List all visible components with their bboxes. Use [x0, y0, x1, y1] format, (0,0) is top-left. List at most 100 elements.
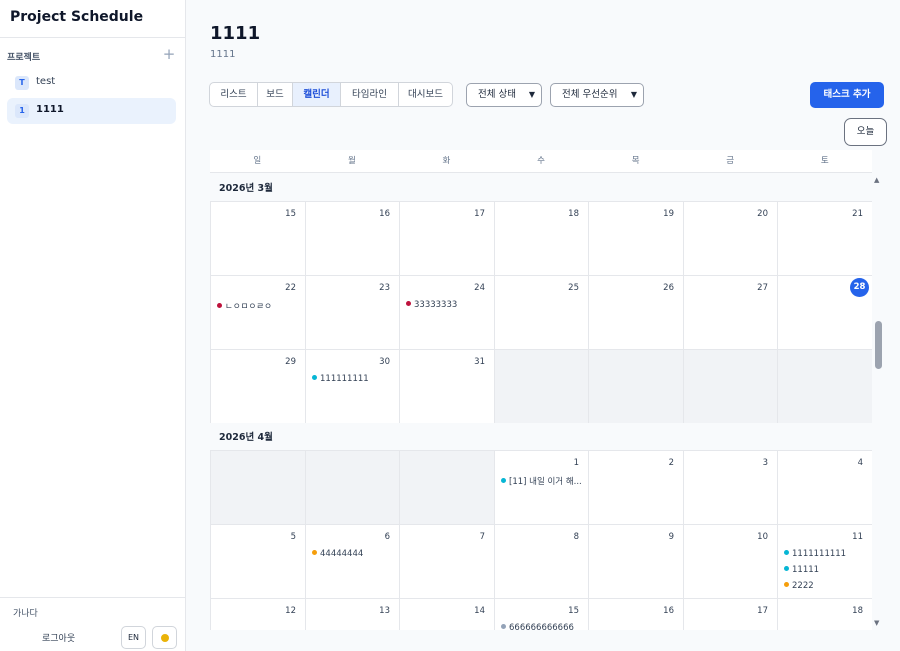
calendar-event[interactable]: 1111111111 [784, 549, 869, 559]
day-cell[interactable]: 17 [400, 202, 495, 276]
day-cell[interactable]: 27 [684, 276, 778, 350]
day-number: 18 [852, 606, 863, 616]
day-cell[interactable]: 20 [684, 202, 778, 276]
day-cell[interactable]: 3 [684, 451, 778, 525]
event-dot-icon [784, 582, 789, 587]
add-project-icon[interactable]: + [162, 46, 176, 62]
day-cell[interactable]: 19 [589, 202, 684, 276]
day-cell[interactable]: 8 [495, 525, 589, 599]
month-label: 2026년 3월 [219, 183, 273, 194]
calendar-event[interactable]: 666666666666 [501, 623, 586, 630]
calendar-event[interactable]: 33333333 [406, 300, 491, 310]
month-header: 2026년 3월 [210, 174, 872, 201]
weekday-thu: 목 [631, 156, 640, 166]
event-dot-icon [501, 478, 506, 483]
tab-calendar[interactable]: 캘린더 [293, 83, 341, 106]
empty-day-cell [589, 350, 684, 424]
day-cell[interactable]: 31 [400, 350, 495, 424]
tab-timeline[interactable]: 타임라인 [341, 83, 399, 106]
sun-icon [161, 634, 169, 642]
day-cell[interactable]: 17 [684, 599, 778, 630]
day-number: 27 [757, 283, 768, 293]
empty-day-cell [778, 350, 872, 424]
week-row: 12 13 14 15 666666666666 16 17 18 [210, 598, 872, 630]
day-cell[interactable]: 18 [778, 599, 872, 630]
day-cell[interactable]: 29 [211, 350, 306, 424]
day-cell[interactable]: 16 [306, 202, 400, 276]
event-dot-icon [784, 566, 789, 571]
day-cell[interactable]: 9 [589, 525, 684, 599]
day-cell[interactable]: 30 111111111 [306, 350, 400, 424]
day-number: 3 [762, 458, 768, 468]
day-cell[interactable]: 4 [778, 451, 872, 525]
status-filter-value: 전체 상태 [478, 89, 516, 100]
day-cell[interactable]: 13 [306, 599, 400, 630]
month-header: 2026년 4월 [210, 423, 872, 450]
priority-filter-select[interactable]: 전체 우선순위 ▼ [550, 83, 644, 107]
calendar-event[interactable]: 111111111 [312, 374, 397, 384]
day-number: 5 [290, 532, 296, 542]
status-filter-select[interactable]: 전체 상태 ▼ [466, 83, 542, 107]
event-title: 666666666666 [509, 623, 574, 630]
day-cell[interactable]: 5 [211, 525, 306, 599]
day-cell[interactable]: 12 [211, 599, 306, 630]
calendar-event[interactable]: 2222 [784, 581, 869, 591]
day-number: 19 [663, 209, 674, 219]
day-number: 29 [285, 357, 296, 367]
day-cell[interactable]: 6 44444444 [306, 525, 400, 599]
weekday-header: 일 월 화 수 목 금 토 [210, 150, 872, 173]
weekday-tue: 화 [442, 156, 451, 166]
day-number: 16 [379, 209, 390, 219]
day-cell[interactable]: 15 [211, 202, 306, 276]
sidebar-item-project-test[interactable]: T test [7, 70, 176, 96]
scroll-down-arrow-icon[interactable]: ▼ [874, 619, 879, 627]
day-cell[interactable]: 10 [684, 525, 778, 599]
day-cell[interactable]: 25 [495, 276, 589, 350]
priority-filter-value: 전체 우선순위 [562, 89, 618, 100]
day-number: 17 [474, 209, 485, 219]
day-number: 31 [474, 357, 485, 367]
language-toggle-button[interactable]: EN [121, 626, 146, 649]
calendar-event[interactable]: 11111 [784, 565, 869, 575]
chevron-down-icon: ▼ [528, 90, 535, 99]
calendar-event[interactable]: 44444444 [312, 549, 397, 559]
theme-toggle-button[interactable] [152, 626, 177, 649]
day-number: 13 [379, 606, 390, 616]
day-cell[interactable]: 11 1111111111 11111 2222 [778, 525, 872, 599]
calendar-event[interactable]: [11] 내일 이거 해... [501, 475, 586, 487]
empty-day-cell [400, 451, 495, 525]
day-cell[interactable]: 15 666666666666 [495, 599, 589, 630]
day-cell[interactable]: 14 [400, 599, 495, 630]
day-cell[interactable]: 7 [400, 525, 495, 599]
event-title: [11] 내일 이거 해... [509, 477, 582, 487]
calendar-event[interactable]: ㄴㅇㅁㅇㄹㅇ [217, 300, 302, 312]
tab-list[interactable]: 리스트 [210, 83, 258, 106]
logout-button[interactable]: 로그아웃 [42, 631, 75, 644]
event-dot-icon [784, 550, 789, 555]
day-cell[interactable]: 22 ㄴㅇㅁㅇㄹㅇ [211, 276, 306, 350]
day-cell[interactable]: 16 [589, 599, 684, 630]
add-task-button[interactable]: 태스크 추가 [810, 82, 884, 108]
scroll-up-arrow-icon[interactable]: ▲ [874, 176, 879, 184]
tab-board[interactable]: 보드 [258, 83, 293, 106]
day-cell[interactable]: 26 [589, 276, 684, 350]
day-cell[interactable]: 2 [589, 451, 684, 525]
day-cell[interactable]: 1 [11] 내일 이거 해... [495, 451, 589, 525]
day-cell[interactable]: 24 33333333 [400, 276, 495, 350]
scrollbar-thumb[interactable] [875, 321, 882, 369]
day-number: 11 [852, 532, 863, 542]
weekday-sun: 일 [253, 156, 262, 166]
tab-dashboard[interactable]: 대시보드 [399, 83, 452, 106]
day-number: 9 [668, 532, 674, 542]
sidebar-item-project-1111[interactable]: 1 1111 [7, 98, 176, 124]
calendar-grid[interactable]: 2026년 3월 15 16 17 18 19 20 21 22 ㄴㅇㅁㅇㄹㅇ 23 24 333333… [210, 174, 872, 630]
page-title: 1111 [210, 23, 261, 44]
today-button[interactable]: 오늘 [844, 118, 887, 146]
day-cell[interactable]: 18 [495, 202, 589, 276]
day-number: 7 [479, 532, 485, 542]
event-dot-icon [312, 375, 317, 380]
day-cell[interactable]: 21 [778, 202, 872, 276]
event-dot-icon [312, 550, 317, 555]
day-cell[interactable]: 23 [306, 276, 400, 350]
day-cell[interactable]: 28 [778, 276, 872, 350]
